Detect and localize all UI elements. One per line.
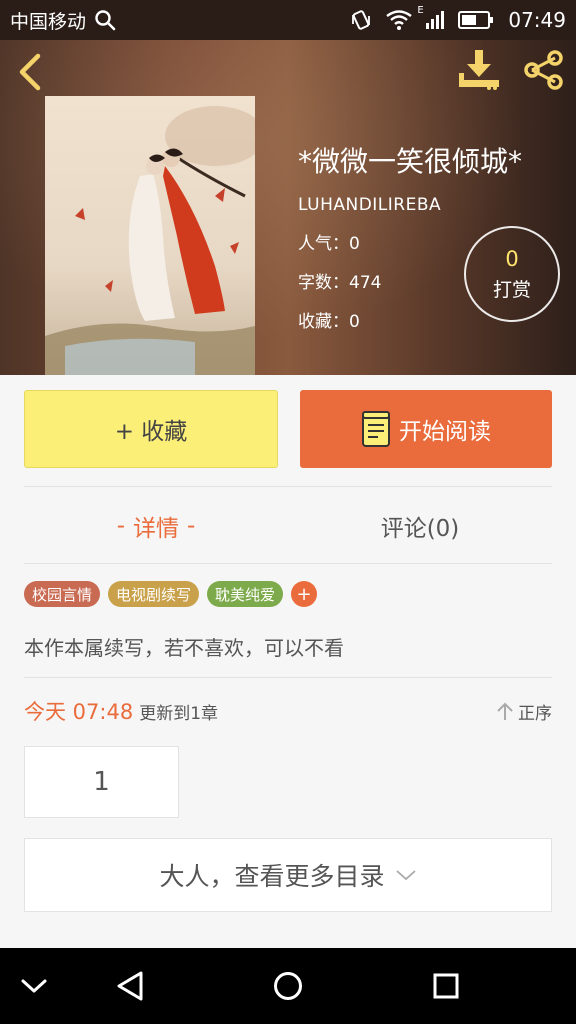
book-icon bbox=[362, 411, 390, 447]
sort-order-label: 正序 bbox=[518, 703, 552, 724]
tab-comment[interactable]: 评论(0) bbox=[288, 505, 552, 547]
collect-button[interactable]: + 收藏 bbox=[24, 390, 278, 468]
chapter-page-number: 1 bbox=[93, 767, 110, 797]
triangle-back-icon bbox=[117, 971, 143, 1001]
status-time: 07:49 bbox=[508, 8, 566, 32]
square-recents-icon bbox=[433, 973, 459, 999]
nav-collapse-button[interactable] bbox=[8, 948, 60, 1024]
tip-button[interactable]: 0 打赏 bbox=[464, 226, 560, 322]
tab-detail[interactable]: - 详情 - bbox=[24, 505, 288, 547]
add-tag-button[interactable]: + bbox=[291, 581, 318, 607]
vibrate-icon bbox=[352, 10, 371, 30]
start-reading-label: 开始阅读 bbox=[399, 419, 491, 445]
sort-order-button[interactable]: 正序 bbox=[496, 699, 552, 724]
more-catalog-button[interactable]: 大人，查看更多目录 bbox=[24, 838, 552, 912]
chevron-left-icon bbox=[19, 53, 41, 91]
update-time: 今天 07:48 bbox=[24, 700, 134, 724]
status-icons: E 07:49 bbox=[350, 5, 566, 32]
signal-icon: E bbox=[417, 5, 445, 29]
tip-label: 打赏 bbox=[492, 278, 531, 301]
download-button[interactable] bbox=[456, 48, 502, 92]
status-carrier-group: 中国移动 bbox=[10, 7, 116, 34]
tip-count: 0 bbox=[505, 246, 519, 271]
battery-icon bbox=[458, 11, 494, 29]
tab-detail-label: 详情 bbox=[133, 516, 179, 542]
download-icon bbox=[459, 50, 499, 90]
back-button[interactable] bbox=[14, 52, 48, 92]
circle-home-icon bbox=[274, 972, 302, 1000]
start-reading-button[interactable]: 开始阅读 bbox=[300, 390, 552, 468]
share-icon bbox=[524, 50, 563, 90]
chevron-down-icon bbox=[395, 870, 416, 881]
carrier-name: 中国移动 bbox=[10, 10, 87, 33]
chapter-page-button[interactable]: 1 bbox=[24, 746, 179, 818]
divider-summary bbox=[24, 677, 552, 678]
more-catalog-label: 大人，查看更多目录 bbox=[159, 862, 385, 891]
search-icon bbox=[95, 10, 116, 31]
divider-tabs bbox=[24, 563, 552, 564]
system-nav-bar bbox=[0, 948, 576, 1024]
tag-item[interactable]: 电视剧续写 bbox=[108, 581, 200, 607]
tag-item[interactable]: 耽美纯爱 bbox=[207, 581, 284, 607]
wifi-icon bbox=[386, 10, 413, 30]
status-bar: 中国移动 E 07:49 bbox=[0, 0, 576, 40]
network-type-label: E bbox=[417, 5, 424, 16]
tag-item[interactable]: 校园言情 bbox=[24, 581, 101, 607]
arrow-up-icon bbox=[497, 702, 513, 720]
book-summary: 本作本属续写，若不喜欢，可以不看 bbox=[24, 636, 344, 660]
nav-back-button[interactable] bbox=[104, 948, 156, 1024]
tab-comment-label: 评论(0) bbox=[380, 516, 460, 542]
book-cover-image[interactable] bbox=[45, 96, 255, 375]
tab-detail-dash-right: - bbox=[187, 513, 196, 539]
nav-recents-button[interactable] bbox=[420, 948, 472, 1024]
divider-top bbox=[24, 486, 552, 487]
book-author[interactable]: LUHANDILIREBA bbox=[298, 195, 522, 215]
collect-label: + 收藏 bbox=[114, 419, 188, 445]
share-button[interactable] bbox=[522, 50, 566, 90]
cover-illustration bbox=[45, 96, 255, 375]
tag-list: 校园言情 电视剧续写 耽美纯爱 + bbox=[24, 581, 318, 607]
update-text: 更新到1章 bbox=[139, 703, 219, 724]
nav-home-button[interactable] bbox=[262, 948, 314, 1024]
tab-detail-dash-left: - bbox=[116, 513, 125, 539]
book-title: *微微一笑很倾城* bbox=[298, 145, 523, 178]
chevron-down-icon bbox=[21, 979, 47, 993]
update-row: 今天 07:48 更新到1章 正序 bbox=[24, 696, 552, 726]
book-header: *微微一笑很倾城* LUHANDILIREBA 人气：0 字数：474 收藏：0… bbox=[0, 40, 576, 375]
